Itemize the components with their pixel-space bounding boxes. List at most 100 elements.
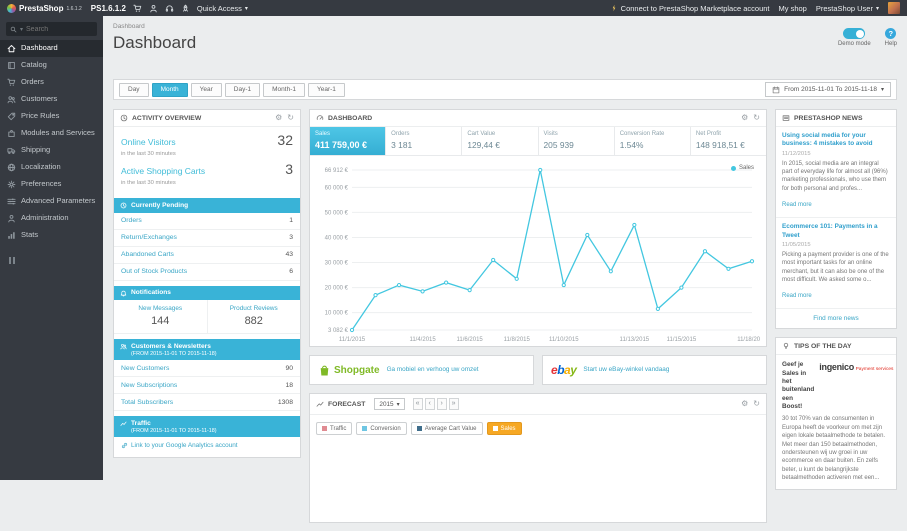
lightbulb-icon	[782, 342, 790, 350]
avatar[interactable]	[888, 2, 900, 14]
filter-month-button[interactable]: Month	[152, 83, 188, 97]
user-menu[interactable]: PrestaShop User ▾	[816, 4, 879, 13]
kpi-conversion-rate[interactable]: Conversion Rate1.54%	[615, 127, 691, 155]
topbar-right: Connect to PrestaShop Marketplace accoun…	[610, 2, 900, 14]
traffic-header: Traffic (FROM 2015-11-01 TO 2015-11-18)	[114, 416, 300, 437]
tips-of-the-day-panel: Tips of the day Geef je Sales in het bui…	[775, 337, 897, 489]
svg-text:40 000 €: 40 000 €	[325, 235, 349, 241]
kpi-net-profit[interactable]: Net Profit148 918,51 €	[691, 127, 766, 155]
news-article-date: 11/05/2015	[782, 242, 890, 248]
help-icon: ?	[885, 28, 896, 39]
cart-icon[interactable]	[133, 4, 142, 13]
brand-name: PrestaShop	[19, 4, 63, 13]
find-more-news-link[interactable]: Find more news	[776, 309, 896, 328]
currently-pending-header: Currently Pending	[114, 198, 300, 213]
search-scope-caret-icon[interactable]: ▾	[20, 26, 23, 33]
online-visitors-link[interactable]: Online Visitors	[121, 137, 176, 147]
svg-text:3 082 €: 3 082 €	[328, 328, 349, 334]
sidebar-item-localization[interactable]: Localization	[0, 159, 103, 176]
news-article-title[interactable]: Using social media for your business: 4 …	[782, 132, 890, 149]
filter-day-button[interactable]: Day	[119, 83, 149, 97]
shopgate-link[interactable]: Ga mobiel en verhoog uw omzet	[387, 366, 479, 374]
kpi-sales[interactable]: Sales411 759,00 €	[310, 127, 386, 155]
sales-chart: Sales 3 082 €10 000 €20 000 €30 000 €40 …	[310, 156, 766, 346]
legend-avg-cart-value-toggle[interactable]: Average Cart Value	[411, 422, 483, 435]
chevron-down-icon: ▾	[397, 401, 400, 408]
headset-icon[interactable]	[165, 4, 174, 13]
read-more-link[interactable]: Read more	[782, 293, 812, 299]
chart-legend[interactable]: Sales	[731, 165, 754, 171]
last-page-button[interactable]: »	[449, 398, 459, 410]
sidebar-item-stats[interactable]: Stats	[0, 227, 103, 244]
active-carts-link[interactable]: Active Shopping Carts	[121, 166, 205, 176]
first-page-button[interactable]: «	[413, 398, 423, 410]
news-article-title[interactable]: Ecommerce 101: Payments in a Tweet	[782, 223, 890, 240]
sidebar: ▾ Dashboard Catalog Orders Customers Pri…	[0, 16, 103, 480]
sidebar-item-catalog[interactable]: Catalog	[0, 57, 103, 74]
sidebar-item-advanced-parameters[interactable]: Advanced Parameters	[0, 193, 103, 210]
filter-day-1-button[interactable]: Day-1	[225, 83, 260, 97]
read-more-link[interactable]: Read more	[782, 202, 812, 208]
marketplace-link[interactable]: Connect to PrestaShop Marketplace accoun…	[610, 4, 770, 13]
rocket-icon[interactable]	[181, 4, 190, 13]
breadcrumb[interactable]: Dashboard	[113, 23, 196, 30]
date-range-picker[interactable]: From 2015-11-01 To 2015-11-18 ▾	[765, 82, 891, 97]
clock-icon	[120, 202, 127, 209]
panel-title: Forecast	[328, 401, 365, 408]
demo-mode-toggle[interactable]	[843, 28, 865, 39]
my-shop-link[interactable]: My shop	[779, 4, 807, 13]
sidebar-item-shipping[interactable]: Shipping	[0, 142, 103, 159]
sidebar-item-dashboard[interactable]: Dashboard	[0, 40, 103, 57]
version-label: 1.6.1.2	[66, 6, 81, 12]
svg-text:11/6/2015: 11/6/2015	[457, 337, 484, 343]
refresh-icon[interactable]: ↻	[753, 114, 760, 122]
year-select[interactable]: 2015 ▾	[374, 398, 404, 410]
legend-traffic-toggle[interactable]: Traffic	[316, 422, 352, 435]
news-article: Ecommerce 101: Payments in a Tweet 11/05…	[776, 218, 896, 309]
gear-icon[interactable]: ⚙	[275, 114, 282, 122]
sidebar-item-preferences[interactable]: Preferences	[0, 176, 103, 193]
prestashop-logo[interactable]: PrestaShop 1.6.1.2	[7, 4, 82, 13]
search-input[interactable]	[26, 26, 93, 33]
sidebar-item-administration[interactable]: Administration	[0, 210, 103, 227]
legend-sales-toggle[interactable]: Sales	[487, 422, 522, 435]
page-header: Dashboard Dashboard Demo mode ? Help	[103, 16, 907, 53]
google-analytics-link[interactable]: Link to your Google Analytics account	[114, 437, 300, 457]
kpi-orders[interactable]: Orders3 181	[386, 127, 462, 155]
kpi-visits[interactable]: Visits205 939	[539, 127, 615, 155]
gear-icon[interactable]: ⚙	[741, 400, 748, 408]
sidebar-item-modules[interactable]: Modules and Services	[0, 125, 103, 142]
help-button[interactable]: ? Help	[885, 28, 897, 53]
svg-text:11/4/2015: 11/4/2015	[409, 337, 436, 343]
gear-icon[interactable]: ⚙	[741, 114, 748, 122]
filter-year-1-button[interactable]: Year-1	[308, 83, 345, 97]
legend-conversion-toggle[interactable]: Conversion	[356, 422, 406, 435]
online-visitors-stat: Online Visitors in the last 30 minutes 3…	[121, 132, 293, 157]
sidebar-item-price-rules[interactable]: Price Rules	[0, 108, 103, 125]
sidebar-item-customers[interactable]: Customers	[0, 91, 103, 108]
online-visitors-value: 32	[277, 132, 293, 148]
new-messages-cell[interactable]: New Messages 144	[114, 300, 207, 333]
next-page-button[interactable]: ›	[437, 398, 447, 410]
ebay-link[interactable]: Start uw eBay-winkel vandaag	[583, 366, 669, 374]
notifications-header: Notifications	[114, 286, 300, 301]
demo-mode-control: Demo mode	[838, 28, 871, 53]
search-icon	[10, 26, 17, 33]
date-filter-bar: Day Month Year Day-1 Month-1 Year-1 From…	[113, 79, 897, 100]
sidebar-collapse-button[interactable]	[0, 244, 103, 276]
sidebar-item-orders[interactable]: Orders	[0, 74, 103, 91]
filter-year-button[interactable]: Year	[191, 83, 222, 97]
svg-text:11/18/2015: 11/18/2015	[737, 337, 760, 343]
quick-access-menu[interactable]: Quick Access ▾	[197, 4, 248, 13]
customers-topbar-icon[interactable]	[149, 4, 158, 13]
refresh-icon[interactable]: ↻	[753, 400, 760, 408]
speedometer-icon	[316, 114, 324, 122]
filter-month-1-button[interactable]: Month-1	[263, 83, 305, 97]
refresh-icon[interactable]: ↻	[287, 114, 294, 122]
ebay-logo: ebay	[551, 363, 576, 377]
help-label: Help	[885, 41, 897, 47]
main-content: Dashboard Dashboard Demo mode ? Help Day…	[103, 16, 907, 531]
kpi-cart-value[interactable]: Cart Value129,44 €	[462, 127, 538, 155]
prev-page-button[interactable]: ‹	[425, 398, 435, 410]
product-reviews-cell[interactable]: Product Reviews 882	[207, 300, 301, 333]
